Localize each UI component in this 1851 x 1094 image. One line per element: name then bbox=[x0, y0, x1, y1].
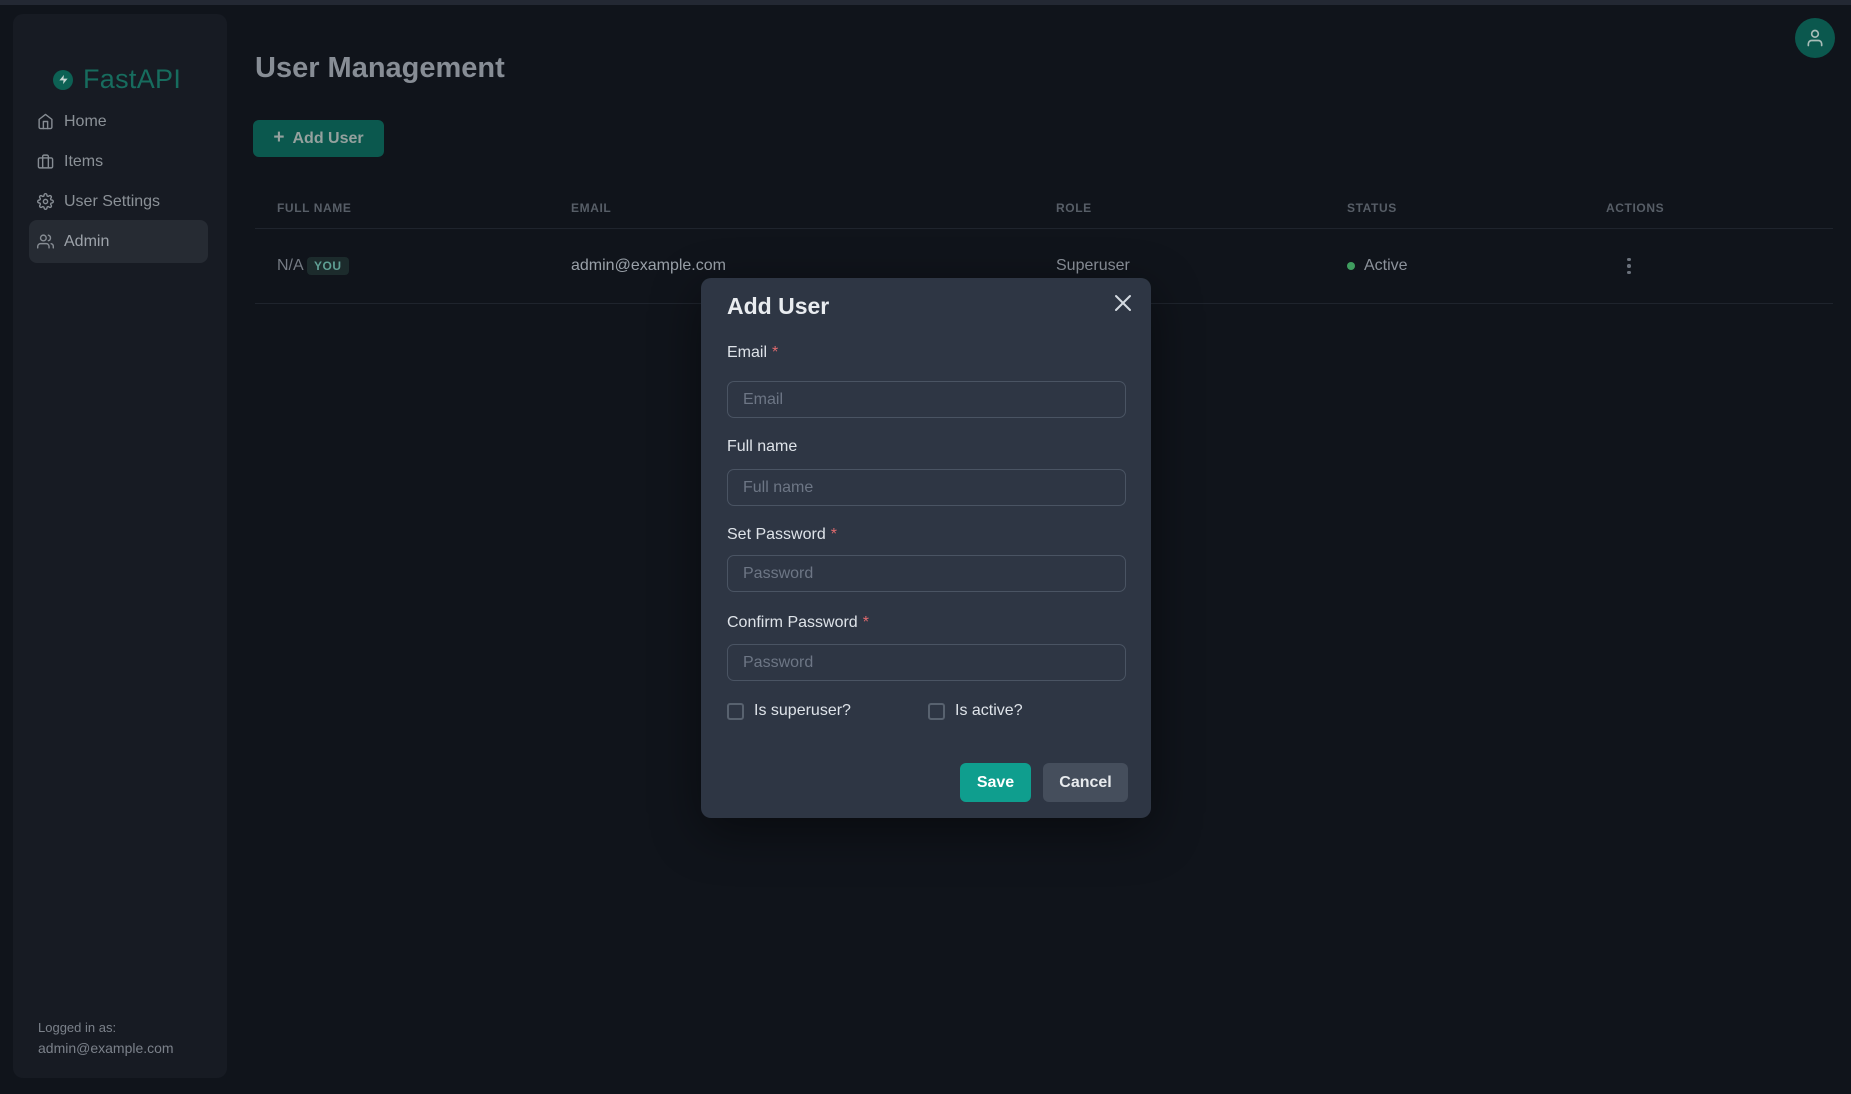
sidebar-item-admin[interactable]: Admin bbox=[29, 220, 208, 263]
column-header-role: ROLE bbox=[1056, 201, 1092, 215]
add-user-button[interactable]: + Add User bbox=[253, 120, 384, 157]
cell-email: admin@example.com bbox=[571, 257, 726, 275]
avatar-button[interactable] bbox=[1795, 18, 1835, 58]
column-header-full-name: FULL NAME bbox=[277, 201, 352, 215]
brand-name: FastAPI bbox=[83, 64, 181, 95]
sidebar-item-label: Items bbox=[64, 153, 103, 171]
is-active-label: Is active? bbox=[955, 702, 1023, 720]
email-label: Email* bbox=[727, 344, 778, 362]
logged-in-as-label: Logged in as: bbox=[38, 1017, 174, 1038]
cancel-button[interactable]: Cancel bbox=[1043, 763, 1128, 802]
logged-in-email: admin@example.com bbox=[38, 1038, 174, 1059]
required-marker: * bbox=[772, 344, 778, 361]
sidebar-item-user-settings[interactable]: User Settings bbox=[29, 180, 208, 223]
logged-in-info: Logged in as: admin@example.com bbox=[38, 1017, 174, 1059]
is-superuser-label: Is superuser? bbox=[754, 702, 851, 720]
cell-role: Superuser bbox=[1056, 257, 1130, 275]
sidebar-item-label: Admin bbox=[64, 233, 109, 251]
sidebar-item-home[interactable]: Home bbox=[29, 100, 208, 143]
table-header-divider bbox=[255, 228, 1833, 229]
page-title: User Management bbox=[255, 52, 505, 85]
required-marker: * bbox=[831, 526, 837, 543]
is-superuser-option[interactable]: Is superuser? bbox=[727, 702, 851, 720]
close-button[interactable] bbox=[1112, 293, 1134, 315]
plus-icon: + bbox=[273, 127, 284, 149]
status-active-dot bbox=[1347, 262, 1355, 270]
is-active-checkbox[interactable] bbox=[928, 703, 945, 720]
sidebar: FastAPI Home Items User Settings Admin L… bbox=[13, 14, 227, 1078]
you-badge: YOU bbox=[307, 257, 349, 275]
set-password-label: Set Password* bbox=[727, 526, 837, 544]
lightning-bolt-icon bbox=[53, 70, 73, 90]
save-button[interactable]: Save bbox=[960, 763, 1031, 802]
add-user-modal: Add User Email* Full name Set Password* … bbox=[701, 278, 1151, 818]
gear-icon bbox=[37, 193, 54, 210]
top-edge-strip bbox=[0, 0, 1851, 5]
home-icon bbox=[37, 113, 54, 130]
required-marker: * bbox=[863, 614, 869, 631]
add-user-button-label: Add User bbox=[292, 130, 363, 148]
fastapi-logo[interactable]: FastAPI bbox=[53, 64, 181, 95]
is-superuser-checkbox[interactable] bbox=[727, 703, 744, 720]
briefcase-icon bbox=[37, 153, 54, 170]
full-name-label: Full name bbox=[727, 438, 797, 456]
modal-title: Add User bbox=[727, 293, 829, 320]
confirm-password-input[interactable] bbox=[727, 644, 1126, 681]
cell-status: Active bbox=[1364, 257, 1408, 275]
close-icon bbox=[1114, 294, 1132, 312]
is-active-option[interactable]: Is active? bbox=[928, 702, 1023, 720]
sidebar-item-items[interactable]: Items bbox=[29, 140, 208, 183]
row-actions-menu-button[interactable] bbox=[1622, 253, 1636, 279]
full-name-input[interactable] bbox=[727, 469, 1126, 506]
kebab-icon bbox=[1627, 258, 1631, 262]
cell-full-name: N/A bbox=[277, 257, 304, 275]
user-icon bbox=[1805, 28, 1825, 48]
column-header-status: STATUS bbox=[1347, 201, 1397, 215]
set-password-input[interactable] bbox=[727, 555, 1126, 592]
sidebar-item-label: Home bbox=[64, 113, 107, 131]
email-input[interactable] bbox=[727, 381, 1126, 418]
sidebar-item-label: User Settings bbox=[64, 193, 160, 211]
users-icon bbox=[37, 233, 54, 250]
column-header-email: EMAIL bbox=[571, 201, 611, 215]
column-header-actions: ACTIONS bbox=[1606, 201, 1664, 215]
confirm-password-label: Confirm Password* bbox=[727, 614, 869, 632]
